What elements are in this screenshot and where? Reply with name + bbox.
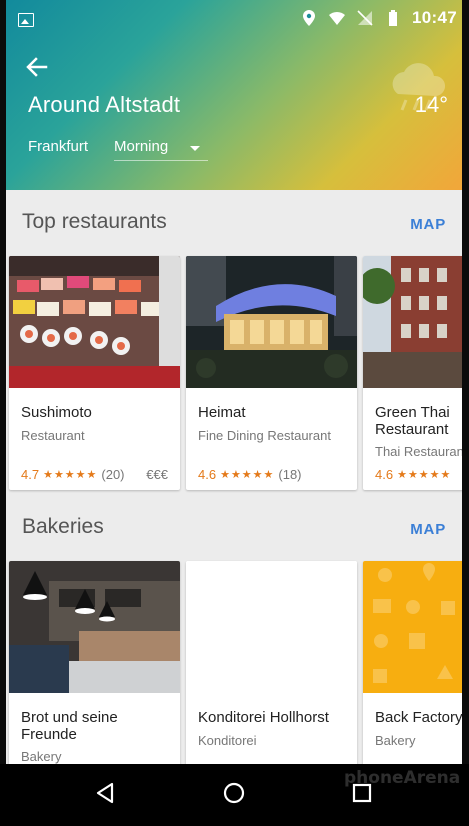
temperature: 14° [414, 92, 448, 117]
bakery-card-brot[interactable]: Brot und seine Freunde Bakery [9, 561, 180, 764]
card-type: Bakery [21, 749, 62, 764]
restaurant-card-sushimoto[interactable]: Sushimoto Restaurant 4.7 ★★★★★ (20) €€€ [9, 256, 180, 490]
review-count: (18) [278, 467, 302, 482]
city-label[interactable]: Frankfurt [28, 138, 88, 155]
card-name: Konditorei Hollhorst [198, 709, 329, 726]
restaurant-card-green-thai[interactable]: Green Thai Restaurant Thai Restaurant 4.… [363, 256, 462, 490]
card-type: Konditorei [198, 733, 257, 748]
rating-value: 4.7 [21, 467, 40, 482]
content-area: Top restaurants MAP Sushimoto Restaurant… [6, 190, 462, 764]
back-arrow-icon[interactable] [24, 54, 50, 80]
placeholder-pattern-photo [363, 561, 462, 693]
back-triangle-icon[interactable] [91, 778, 121, 808]
blank-photo [186, 561, 357, 693]
card-name: Sushimoto [21, 404, 92, 421]
status-bar: 10:47 [0, 0, 469, 40]
card-type: Bakery [375, 733, 416, 748]
home-circle-icon[interactable] [219, 778, 249, 808]
card-name: Brot und seine Freunde [21, 709, 118, 743]
price-level: €€€ [146, 467, 168, 482]
star-rating-icon: ★★★★★ [220, 469, 275, 481]
wifi-icon [329, 11, 346, 25]
card-type: Restaurant [21, 428, 85, 443]
restaurants-map-link[interactable]: MAP [410, 216, 446, 233]
section-title-restaurants: Top restaurants [22, 210, 167, 233]
time-of-day-value: Morning [114, 138, 169, 155]
star-rating-icon: ★★★★★ [43, 469, 98, 481]
bakeries-map-link[interactable]: MAP [410, 521, 446, 538]
review-count: (20) [101, 467, 125, 482]
rating-row: 4.6 ★★★★★ (18) [198, 467, 302, 482]
watermark: phoneArena [344, 768, 461, 788]
card-name: Heimat [198, 404, 246, 421]
time-of-day-dropdown[interactable]: Morning [114, 136, 208, 161]
location-icon [303, 10, 316, 26]
gallery-notification-icon [18, 13, 34, 27]
rating-value: 4.6 [198, 467, 217, 482]
green-thai-photo [363, 256, 462, 388]
status-time: 10:47 [412, 8, 457, 27]
bakery-interior-photo [9, 561, 180, 693]
rating-row: 4.7 ★★★★★ (20) [21, 467, 125, 482]
card-type: Thai Restaurant [375, 444, 462, 459]
no-signal-icon [357, 10, 373, 26]
card-name: Green Thai Restaurant [375, 404, 450, 438]
star-rating-icon: ★★★★★ [397, 469, 452, 481]
rating-row: 4.6 ★★★★★ [375, 467, 451, 482]
place-title: Around Altstadt [28, 92, 181, 117]
rating-value: 4.6 [375, 467, 394, 482]
heimat-photo [186, 256, 357, 388]
restaurant-card-heimat[interactable]: Heimat Fine Dining Restaurant 4.6 ★★★★★ … [186, 256, 357, 490]
section-title-bakeries: Bakeries [22, 515, 104, 538]
bakery-card-konditorei[interactable]: Konditorei Hollhorst Konditorei [186, 561, 357, 764]
sushi-photo [9, 256, 180, 388]
battery-icon [389, 10, 398, 26]
bakery-card-back-factory[interactable]: Back Factory Bakery [363, 561, 462, 764]
card-type: Fine Dining Restaurant [198, 428, 331, 443]
card-name: Back Factory [375, 709, 462, 726]
caret-down-icon [190, 146, 200, 151]
